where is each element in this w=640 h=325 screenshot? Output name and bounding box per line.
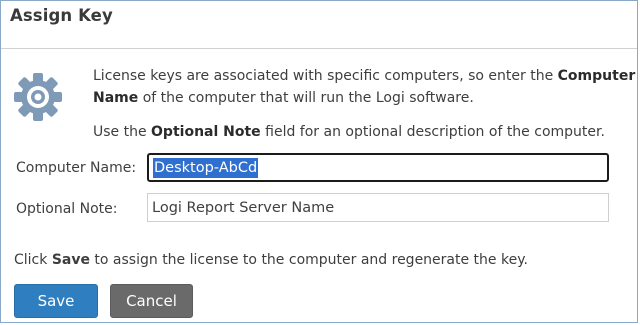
save-instruction: Click Save to assign the license to the … <box>14 252 528 268</box>
info-bold-optional-note: Optional Note <box>151 124 261 140</box>
optional-note-field[interactable]: Logi Report Server Name <box>147 193 609 222</box>
info-text: License keys are associated with specifi… <box>93 68 558 84</box>
optional-note-value[interactable]: Logi Report Server Name <box>152 200 334 216</box>
assign-key-dialog: Assign Key License keys are associated w… <box>0 0 638 323</box>
gear-icon <box>12 71 64 123</box>
dialog-title: Assign Key <box>10 6 113 25</box>
info-paragraph-optional-note: Use the Optional Note field for an optio… <box>93 121 633 143</box>
title-divider <box>1 48 637 49</box>
computer-name-field[interactable]: Desktop-AbCd <box>147 153 609 182</box>
computer-name-value[interactable]: Desktop-AbCd <box>153 157 259 178</box>
save-button[interactable]: Save <box>14 284 98 318</box>
info-text: Use the <box>93 124 152 140</box>
instruction-text: Click <box>14 252 52 268</box>
computer-name-label: Computer Name: <box>16 160 137 176</box>
info-text: of the computer that will run the Logi s… <box>138 90 474 106</box>
cancel-button[interactable]: Cancel <box>110 284 193 318</box>
optional-note-label: Optional Note: <box>16 201 118 217</box>
instruction-text: to assign the license to the computer an… <box>89 252 528 268</box>
info-paragraph-computer-name: License keys are associated with specifi… <box>93 65 639 109</box>
info-text: field for an optional description of the… <box>260 124 605 140</box>
instruction-bold-save: Save <box>51 252 90 268</box>
